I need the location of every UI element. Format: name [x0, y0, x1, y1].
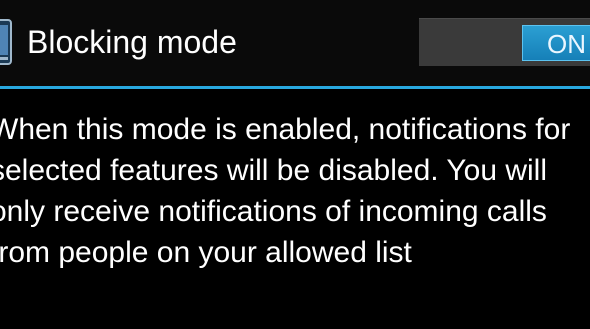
blocking-mode-description: When this mode is enabled, notifications…: [0, 113, 571, 269]
page-title: Blocking mode: [27, 24, 237, 60]
header-divider: [0, 86, 590, 89]
toggle-on-thumb[interactable]: ON: [522, 25, 590, 61]
settings-header: Blocking mode ON: [0, 0, 590, 86]
blocking-mode-icon: [0, 19, 12, 65]
blocking-mode-toggle[interactable]: ON: [419, 18, 590, 66]
toggle-state-label: ON: [547, 29, 586, 59]
